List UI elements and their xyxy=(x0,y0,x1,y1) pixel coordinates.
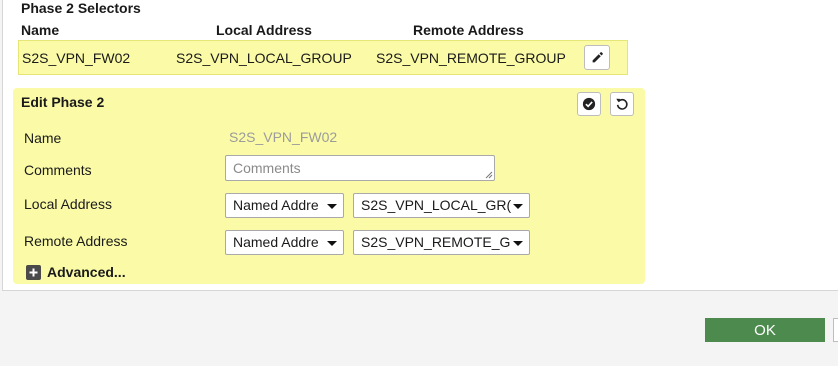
revert-button[interactable] xyxy=(610,92,634,116)
local-address-label: Local Address xyxy=(24,196,112,212)
selector-row[interactable]: S2S_VPN_FW02 S2S_VPN_LOCAL_GROUP S2S_VPN… xyxy=(18,40,628,75)
column-header-remote-address: Remote Address xyxy=(413,22,524,38)
plus-square-icon xyxy=(26,264,41,280)
remote-address-value: S2S_VPN_REMOTE_G xyxy=(361,234,511,250)
chevron-down-icon xyxy=(327,241,337,246)
local-address-select[interactable]: S2S_VPN_LOCAL_GR( xyxy=(353,193,530,218)
comments-label: Comments xyxy=(24,162,92,178)
edit-phase2-title: Edit Phase 2 xyxy=(21,94,105,110)
remote-address-label: Remote Address xyxy=(24,233,128,249)
ok-button[interactable]: OK xyxy=(705,318,825,342)
local-address-type-select[interactable]: Named Addre xyxy=(225,193,344,218)
advanced-toggle[interactable]: Advanced... xyxy=(26,264,126,280)
selector-row-local-address: S2S_VPN_LOCAL_GROUP xyxy=(176,50,352,66)
comments-input[interactable]: Comments xyxy=(225,155,495,181)
chevron-down-icon xyxy=(327,204,337,209)
phase2-selectors-title: Phase 2 Selectors xyxy=(21,0,141,16)
check-circle-icon xyxy=(582,97,596,111)
resize-grip-icon[interactable] xyxy=(485,171,493,179)
name-label: Name xyxy=(24,130,62,146)
chevron-down-icon xyxy=(513,241,523,246)
local-address-type-value: Named Addre xyxy=(233,197,319,213)
name-value: S2S_VPN_FW02 xyxy=(229,129,338,145)
phase2-panel: Phase 2 Selectors Name Local Address Rem… xyxy=(2,0,838,291)
remote-address-select[interactable]: S2S_VPN_REMOTE_G xyxy=(353,230,530,255)
comments-placeholder: Comments xyxy=(233,160,301,176)
chevron-down-icon xyxy=(513,204,523,209)
cancel-button[interactable] xyxy=(833,318,838,342)
undo-icon xyxy=(616,98,628,110)
pencil-icon xyxy=(592,52,603,63)
selector-row-remote-address: S2S_VPN_REMOTE_GROUP xyxy=(376,50,566,66)
selector-row-name: S2S_VPN_FW02 xyxy=(22,50,131,66)
edit-phase2-form: Edit Phase 2 Name S2S_VPN_FW02 Comments … xyxy=(13,88,645,284)
remote-address-type-value: Named Addre xyxy=(233,234,319,250)
edit-selector-button[interactable] xyxy=(584,45,610,70)
column-header-local-address: Local Address xyxy=(216,22,312,38)
remote-address-type-select[interactable]: Named Addre xyxy=(225,230,344,255)
local-address-value: S2S_VPN_LOCAL_GR( xyxy=(361,197,512,213)
apply-button[interactable] xyxy=(577,92,601,116)
column-header-name: Name xyxy=(21,22,60,38)
advanced-label: Advanced... xyxy=(47,264,126,280)
